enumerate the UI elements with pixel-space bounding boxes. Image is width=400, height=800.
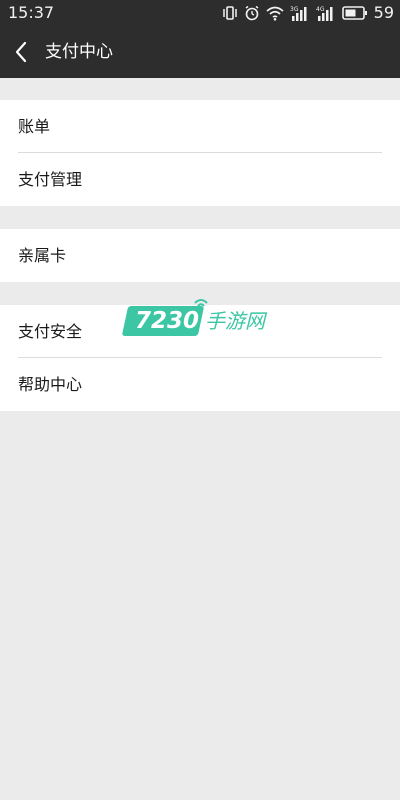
menu-item-label: 亲属卡 xyxy=(18,246,67,265)
menu-item-payment-management[interactable]: 支付管理 xyxy=(0,153,400,206)
status-icons: 3G 4G 59 xyxy=(222,3,394,23)
status-bar: 15:37 3G 4G 59 xyxy=(0,0,400,26)
menu-group-billing: 账单 支付管理 xyxy=(0,100,400,206)
menu-group-family-card: 亲属卡 xyxy=(0,229,400,282)
signal-4g-icon: 4G xyxy=(316,5,336,21)
menu-item-label: 帮助中心 xyxy=(18,375,83,394)
network-label-3g: 3G xyxy=(290,6,299,13)
chevron-left-icon xyxy=(15,41,27,63)
menu-item-label: 支付管理 xyxy=(18,170,83,189)
page-title: 支付中心 xyxy=(45,42,113,62)
menu-group-security-help: 支付安全 帮助中心 xyxy=(0,305,400,411)
battery-icon xyxy=(341,5,368,21)
wifi-icon xyxy=(266,5,284,21)
menu-item-help-center[interactable]: 帮助中心 xyxy=(0,358,400,411)
vibrate-icon xyxy=(222,5,238,21)
menu-item-family-card[interactable]: 亲属卡 xyxy=(0,229,400,282)
menu-item-payment-security[interactable]: 支付安全 xyxy=(0,305,400,358)
menu-item-bill[interactable]: 账单 xyxy=(0,100,400,153)
app-header: 支付中心 xyxy=(0,26,400,78)
network-label-4g: 4G xyxy=(316,6,325,13)
menu-item-label: 支付安全 xyxy=(18,322,83,341)
signal-3g-icon: 3G xyxy=(290,5,310,21)
alarm-icon xyxy=(244,5,260,21)
status-time: 15:37 xyxy=(8,3,55,22)
battery-percentage: 59 xyxy=(373,3,394,22)
menu-item-label: 账单 xyxy=(18,117,51,136)
back-button[interactable] xyxy=(10,38,34,66)
